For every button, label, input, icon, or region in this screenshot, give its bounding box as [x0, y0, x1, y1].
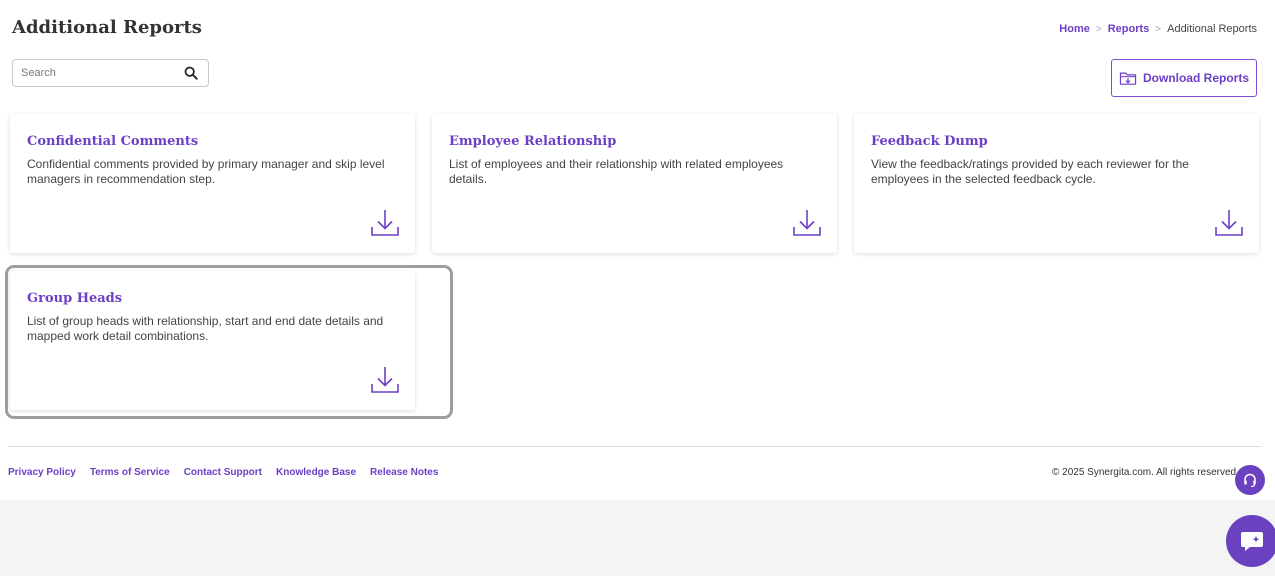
- card-description: List of group heads with relationship, s…: [27, 314, 384, 343]
- report-card-employee-relationship[interactable]: Employee Relationship List of employees …: [432, 114, 837, 253]
- contact-support-link[interactable]: Contact Support: [184, 467, 262, 478]
- download-reports-button[interactable]: Download Reports: [1111, 59, 1257, 97]
- terms-of-service-link[interactable]: Terms of Service: [90, 467, 170, 478]
- breadcrumb: Home > Reports > Additional Reports: [1059, 23, 1257, 35]
- download-icon[interactable]: [371, 365, 399, 395]
- privacy-policy-link[interactable]: Privacy Policy: [8, 467, 76, 478]
- card-title: Confidential Comments: [27, 134, 199, 149]
- release-notes-link[interactable]: Release Notes: [370, 467, 438, 478]
- breadcrumb-separator: >: [1095, 23, 1102, 35]
- breadcrumb-home[interactable]: Home: [1059, 23, 1090, 35]
- card-title: Group Heads: [27, 291, 123, 306]
- download-icon[interactable]: [1215, 208, 1243, 238]
- headset-icon: [1244, 473, 1256, 488]
- search-box: [12, 59, 209, 87]
- chat-button[interactable]: [1226, 515, 1275, 567]
- report-card-feedback-dump[interactable]: Feedback Dump View the feedback/ratings …: [854, 114, 1259, 253]
- search-icon[interactable]: [184, 66, 198, 80]
- footer-divider: [8, 446, 1261, 447]
- page-title: Additional Reports: [12, 17, 202, 38]
- search-input[interactable]: [13, 60, 173, 86]
- report-card-confidential-comments[interactable]: Confidential Comments Confidential comme…: [10, 114, 415, 253]
- footer-links: Privacy Policy Terms of Service Contact …: [8, 467, 438, 478]
- card-description: Confidential comments provided by primar…: [27, 157, 385, 186]
- page: Additional Reports Home > Reports > Addi…: [0, 0, 1275, 500]
- folder-download-icon: [1119, 72, 1137, 85]
- download-icon[interactable]: [793, 208, 821, 238]
- breadcrumb-reports[interactable]: Reports: [1108, 23, 1150, 35]
- download-reports-label: Download Reports: [1142, 71, 1249, 85]
- breadcrumb-current: Additional Reports: [1167, 23, 1257, 35]
- card-description: View the feedback/ratings provided by ea…: [871, 157, 1189, 186]
- report-card-group-heads[interactable]: Group Heads List of group heads with rel…: [10, 271, 415, 410]
- breadcrumb-separator: >: [1155, 23, 1162, 35]
- card-title: Employee Relationship: [449, 134, 617, 149]
- card-description: List of employees and their relationship…: [449, 157, 784, 186]
- download-icon[interactable]: [371, 208, 399, 238]
- chat-icon: [1241, 532, 1263, 551]
- knowledge-base-link[interactable]: Knowledge Base: [276, 467, 356, 478]
- support-button[interactable]: [1235, 465, 1265, 495]
- card-title: Feedback Dump: [871, 134, 988, 149]
